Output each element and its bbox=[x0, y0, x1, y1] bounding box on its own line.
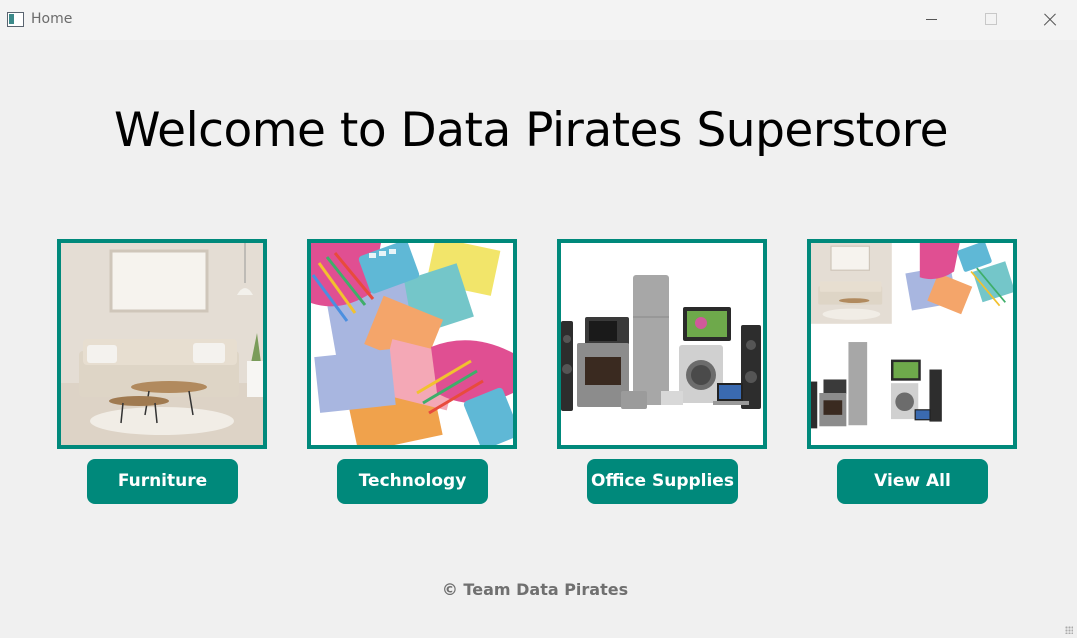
app-window-icon bbox=[7, 12, 24, 27]
technology-button[interactable]: Technology bbox=[337, 459, 488, 504]
page-title: Welcome to Data Pirates Superstore bbox=[113, 103, 949, 158]
furniture-image bbox=[57, 239, 267, 449]
view-all-button[interactable]: View All bbox=[837, 459, 988, 504]
title-bar: Home bbox=[0, 0, 1077, 40]
minimize-icon[interactable] bbox=[903, 0, 961, 40]
footer-credit: © Team Data Pirates bbox=[441, 580, 629, 599]
technology-image bbox=[307, 239, 517, 449]
maximize-icon[interactable] bbox=[961, 0, 1019, 40]
view-all-image bbox=[807, 239, 1017, 449]
resize-grip-icon[interactable] bbox=[1065, 626, 1073, 634]
close-icon[interactable] bbox=[1019, 0, 1077, 40]
window-title: Home bbox=[31, 11, 73, 27]
office-supplies-image bbox=[557, 239, 767, 449]
office-supplies-button[interactable]: Office Supplies bbox=[587, 459, 738, 504]
furniture-button[interactable]: Furniture bbox=[87, 459, 238, 504]
